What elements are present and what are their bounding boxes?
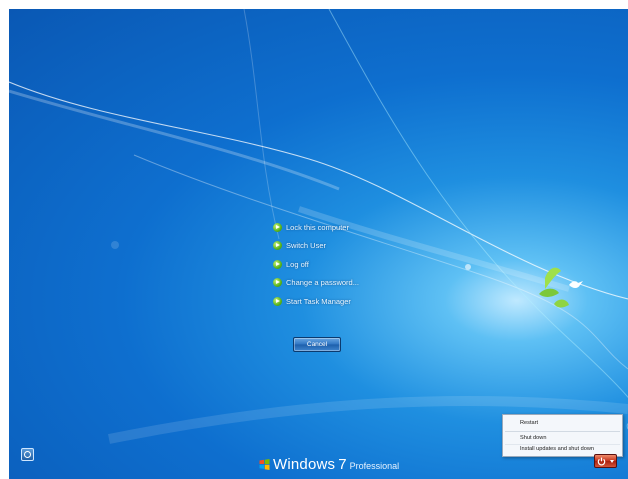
menu-divider xyxy=(505,431,620,432)
menu-item-lock-computer[interactable]: Lock this computer xyxy=(273,218,359,236)
brand-version-text: 7 xyxy=(338,456,347,473)
menu-item-switch-user[interactable]: Switch User xyxy=(273,237,359,255)
menu-item-shut-down[interactable]: Shut down xyxy=(503,433,622,444)
menu-item-label: Lock this computer xyxy=(286,222,349,232)
menu-item-restart[interactable]: Restart xyxy=(503,418,622,429)
power-options-chevron-down-icon[interactable] xyxy=(608,454,617,468)
green-arrow-icon xyxy=(273,222,282,232)
windows-branding: Windows 7 Professional xyxy=(259,456,399,473)
menu-item-label: Log off xyxy=(286,259,309,269)
shutdown-options-menu: Restart Shut down Install updates and sh… xyxy=(502,414,623,457)
menu-item-label: Switch User xyxy=(286,241,327,251)
ease-of-access-icon[interactable] xyxy=(21,448,34,461)
green-arrow-icon xyxy=(273,296,282,306)
menu-item-label: Restart xyxy=(520,420,539,426)
menu-item-label: Shut down xyxy=(520,435,547,441)
cancel-button[interactable]: Cancel xyxy=(293,337,341,352)
windows-flag-icon xyxy=(259,459,270,470)
brand-edition-text: Professional xyxy=(349,461,400,471)
green-arrow-icon xyxy=(273,259,282,269)
brand-windows-text: Windows xyxy=(273,456,336,473)
menu-item-label: Start Task Manager xyxy=(286,296,351,306)
menu-item-change-password[interactable]: Change a password... xyxy=(273,274,359,292)
menu-item-task-manager[interactable]: Start Task Manager xyxy=(273,292,359,310)
menu-item-label: Install updates and shut down xyxy=(520,446,595,452)
menu-item-label: Change a password... xyxy=(286,278,359,288)
power-button[interactable] xyxy=(594,454,609,468)
menu-item-log-off[interactable]: Log off xyxy=(273,255,359,273)
green-arrow-icon xyxy=(273,278,282,288)
security-options-menu: Lock this computer Switch User Log off C… xyxy=(273,218,359,311)
bird-icon xyxy=(569,281,583,288)
green-arrow-icon xyxy=(273,241,282,251)
power-icon xyxy=(597,457,606,465)
